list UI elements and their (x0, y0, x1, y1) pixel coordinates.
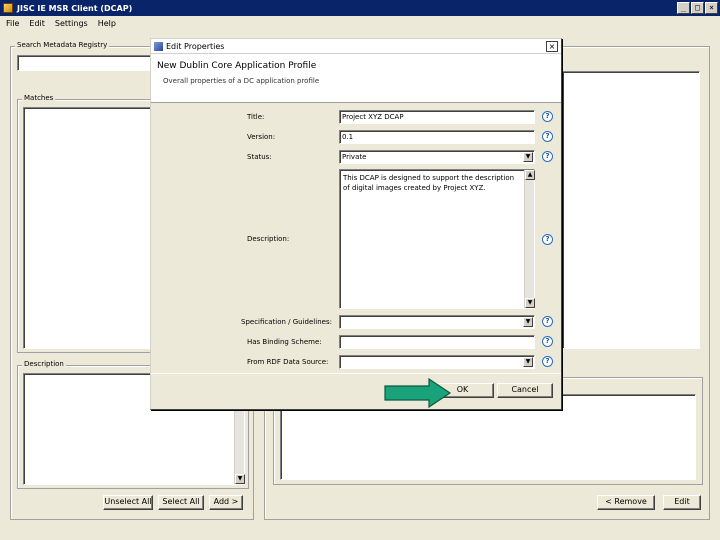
menubar: File Edit Settings Help (0, 16, 720, 30)
menu-edit[interactable]: Edit (29, 19, 45, 28)
green-arrow-icon (384, 378, 452, 408)
select-all-button[interactable]: Select All (158, 495, 204, 510)
matches-label: Matches (22, 94, 56, 102)
version-help-icon[interactable]: ? (542, 131, 553, 142)
encoding-label: Has Binding Scheme: (247, 338, 322, 346)
chevron-down-icon[interactable]: ▼ (523, 357, 533, 367)
title-help-icon[interactable]: ? (542, 111, 553, 122)
close-button[interactable]: × (705, 2, 718, 14)
description-textarea[interactable]: This DCAP is designed to support the des… (339, 169, 535, 309)
scroll-down-arrow[interactable]: ▼ (235, 474, 245, 484)
window-title: JISC IE MSR Client (DCAP) (17, 3, 133, 13)
edit-properties-dialog: Edit Properties × New Dublin Core Applic… (150, 38, 562, 410)
search-registry-label: Search Metadata Registry (15, 41, 110, 49)
status-select[interactable]: Private ▼ (339, 150, 535, 164)
edit-button[interactable]: Edit (663, 495, 701, 510)
rdf-source-help-icon[interactable]: ? (542, 356, 553, 367)
cancel-button[interactable]: Cancel (497, 383, 553, 398)
rdf-source-select[interactable]: ▼ (339, 355, 535, 369)
chevron-down-icon[interactable]: ▼ (523, 152, 533, 162)
dialog-titlebar: Edit Properties × (151, 39, 561, 54)
dialog-icon (154, 41, 163, 51)
unselect-all-button[interactable]: Unselect All (103, 495, 153, 510)
dialog-heading: New Dublin Core Application Profile (157, 61, 317, 71)
scroll-up-arrow[interactable]: ▲ (525, 170, 535, 180)
specification-label: Specification / Guidelines: (241, 318, 332, 326)
specification-help-icon[interactable]: ? (542, 316, 553, 327)
version-label: Version: (247, 133, 276, 141)
profile-tree[interactable] (562, 71, 700, 349)
add-button[interactable]: Add > (209, 495, 243, 510)
scroll-down-arrow[interactable]: ▼ (525, 298, 535, 308)
specification-select[interactable]: ▼ (339, 315, 535, 329)
app-icon (3, 3, 13, 13)
remove-button[interactable]: < Remove (597, 495, 655, 510)
status-label: Status: (247, 153, 272, 161)
description-label: Description (22, 360, 66, 368)
description-text: This DCAP is designed to support the des… (343, 174, 515, 192)
menu-settings[interactable]: Settings (55, 19, 88, 28)
dialog-close-button[interactable]: × (546, 41, 558, 52)
menu-help[interactable]: Help (98, 19, 116, 28)
title-label: Title: (247, 113, 265, 121)
dialog-separator (151, 373, 561, 374)
chevron-down-icon[interactable]: ▼ (523, 317, 533, 327)
encoding-field[interactable] (339, 335, 535, 349)
dialog-header: New Dublin Core Application Profile Over… (151, 54, 561, 103)
encoding-help-icon[interactable]: ? (542, 336, 553, 347)
description-field-label: Description: (247, 235, 290, 243)
minimize-button[interactable]: _ (677, 2, 690, 14)
dialog-title: Edit Properties (166, 41, 225, 51)
version-field[interactable]: 0.1 (339, 130, 535, 144)
title-field[interactable]: Project XYZ DCAP (339, 110, 535, 124)
window-controls: _ □ × (677, 2, 718, 14)
menu-file[interactable]: File (6, 19, 19, 28)
dialog-subheading: Overall properties of a DC application p… (163, 77, 320, 85)
description-help-icon[interactable]: ? (542, 234, 553, 245)
description-textarea-scrollbar[interactable]: ▲ ▼ (524, 170, 535, 308)
rdf-source-label: From RDF Data Source: (247, 358, 329, 366)
maximize-button[interactable]: □ (691, 2, 704, 14)
status-value: Private (342, 153, 367, 161)
status-help-icon[interactable]: ? (542, 151, 553, 162)
window-titlebar: JISC IE MSR Client (DCAP) _ □ × (0, 0, 720, 16)
